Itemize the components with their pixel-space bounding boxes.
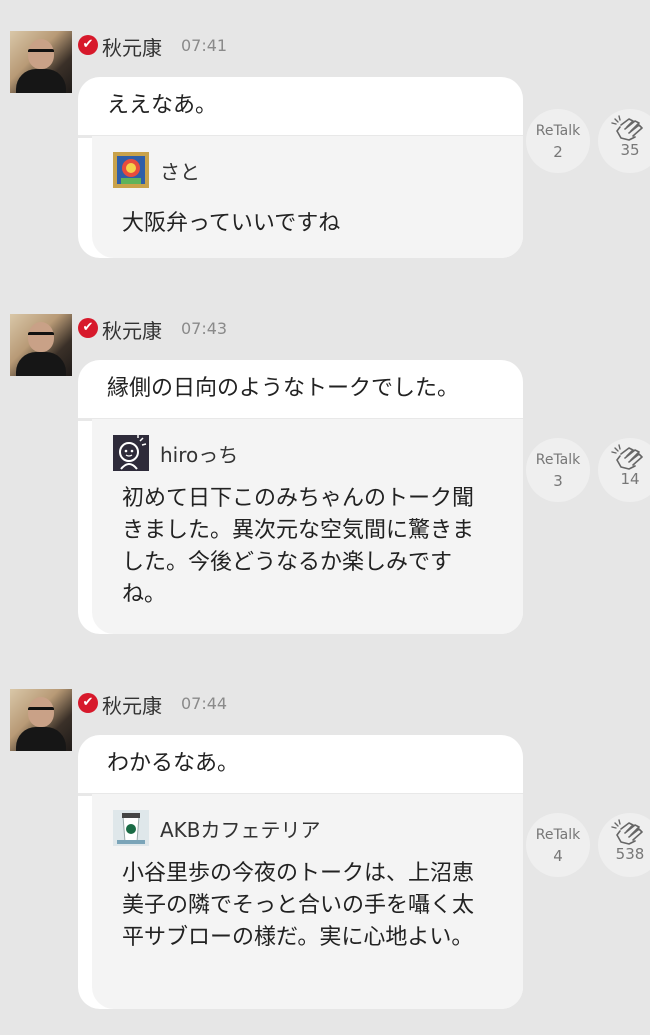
comment-text: 小谷里歩の今夜のトークは、上沼恵美子の隣でそっと合いの手を囁く太平サブローの様だ… [122,861,475,950]
retalk-count: 3 [553,472,563,490]
talk-post: ✔ 秋元康 07:43 縁側の日向のようなトークでした。 hiroっち 初めて日… [0,314,650,634]
clap-button[interactable]: 35 [598,109,650,173]
author-name[interactable]: 秋元康 [102,315,162,344]
author-avatar[interactable] [10,314,72,376]
author-name[interactable]: 秋元康 [102,32,162,61]
retalk-button[interactable]: ReTalk 3 [526,438,590,502]
verified-check-icon: ✔ [78,693,98,713]
clap-hands-icon [611,819,643,845]
message-text: 縁側の日向のようなトークでした。 [78,360,523,421]
clap-button[interactable]: 538 [598,813,650,877]
quoted-comment[interactable]: hiroっち 初めて日下このみちゃんのトーク聞きました。異次元な空気間に驚きまし… [92,419,523,634]
clap-count: 538 [615,845,645,863]
author-avatar[interactable] [10,689,72,751]
verified-check-icon: ✔ [78,318,98,338]
clap-hands-icon [611,444,643,470]
comment-text: 大阪弁っていいですね [122,211,341,236]
commenter-name: AKBカフェテリア [160,818,321,842]
commenter-name: さと [160,160,200,184]
clap-count: 14 [620,470,640,488]
commenter-avatar [113,810,149,846]
commenter-avatar [113,152,149,188]
quoted-comment[interactable]: さと 大阪弁っていいですね [92,136,523,258]
post-time: 07:44 [181,694,228,713]
retalk-button[interactable]: ReTalk 2 [526,109,590,173]
clap-count: 35 [620,141,640,159]
author-avatar[interactable] [10,31,72,93]
post-time: 07:43 [181,319,228,338]
message-text: ええなあ。 [78,77,523,138]
comment-text: 初めて日下このみちゃんのトーク聞きました。異次元な空気間に驚きました。今後どうな… [122,486,475,607]
verified-check-icon: ✔ [78,35,98,55]
clap-hands-icon [611,115,643,141]
quoted-comment[interactable]: AKBカフェテリア 小谷里歩の今夜のトークは、上沼恵美子の隣でそっと合いの手を囁… [92,794,523,1009]
retalk-label: ReTalk [535,123,581,139]
author-name[interactable]: 秋元康 [102,690,162,719]
commenter-avatar [113,435,149,471]
retalk-button[interactable]: ReTalk 4 [526,813,590,877]
retalk-count: 2 [553,143,563,161]
talk-post: ✔ 秋元康 07:41 ええなあ。 さと 大阪弁っていいですね ReTalk 2… [0,31,650,261]
post-time: 07:41 [181,36,228,55]
talk-post: ✔ 秋元康 07:44 わかるなあ。 AKBカフェテリア 小谷里歩の今夜のトーク… [0,689,650,1013]
retalk-label: ReTalk [535,827,581,843]
message-text: わかるなあ。 [78,735,523,796]
retalk-label: ReTalk [535,452,581,468]
clap-button[interactable]: 14 [598,438,650,502]
retalk-count: 4 [553,847,563,865]
commenter-name: hiroっち [160,443,239,467]
